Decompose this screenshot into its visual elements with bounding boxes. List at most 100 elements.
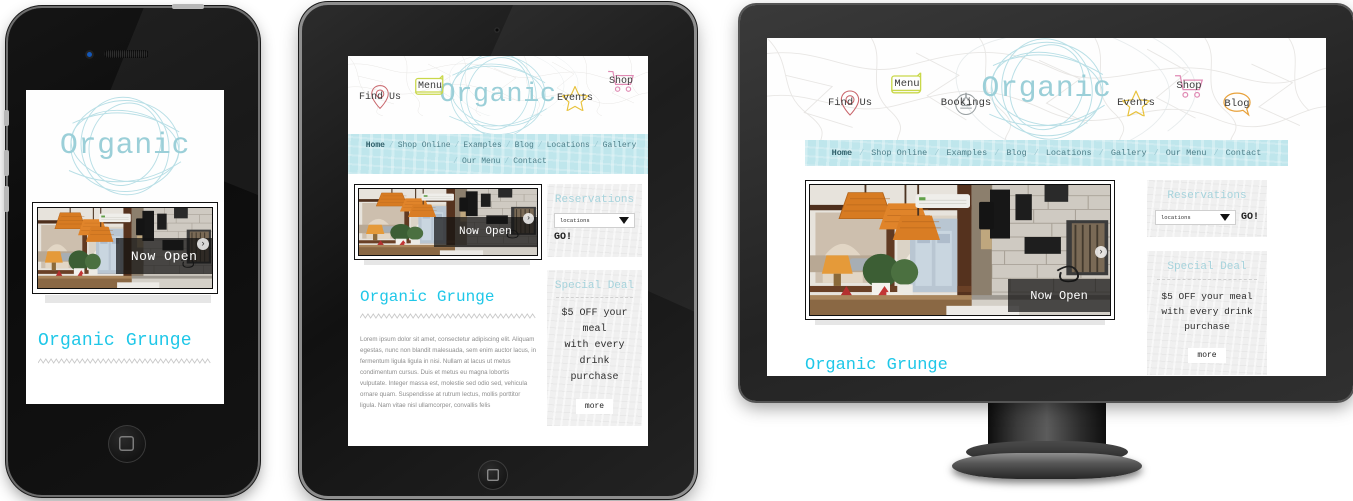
- zigzag-divider-icon: [38, 358, 212, 364]
- hero-caption: Now Open: [1008, 278, 1110, 313]
- carousel-next-arrow-icon[interactable]: ›: [1095, 246, 1107, 259]
- reservations-location-select[interactable]: locations: [554, 213, 635, 228]
- nav-separator: /: [1213, 148, 1219, 158]
- header-icon-menu[interactable]: Menu: [406, 70, 454, 102]
- nav-separator: /: [453, 157, 458, 167]
- header-icon-label: Shop: [608, 75, 633, 87]
- site-logo[interactable]: Organic: [60, 129, 190, 163]
- phone-home-button[interactable]: [108, 425, 146, 463]
- phone-front-camera-icon: [85, 50, 94, 59]
- main-navigation: Home / Shop Online / Examples / Blog / Locations…: [348, 134, 648, 174]
- device-mockups-stage: Organic Now Open › Organic Grunge Organi…: [0, 0, 1353, 501]
- nav-separator: /: [388, 140, 394, 150]
- hero-caption: Now Open: [433, 216, 537, 248]
- deal-line: meal: [582, 324, 607, 335]
- nav-item-examples[interactable]: Examples: [463, 141, 501, 150]
- tablet-mockup: Organic Find Us Menu Events Shop Home / …: [302, 5, 694, 496]
- nav-separator: /: [505, 140, 511, 150]
- reservations-title: Reservations: [554, 194, 635, 206]
- header-icon-menu[interactable]: Menu: [879, 68, 935, 100]
- nav-item-locations[interactable]: Locations: [547, 141, 590, 150]
- nav-separator: /: [1153, 148, 1159, 158]
- nav-item-examples[interactable]: Examples: [946, 148, 987, 158]
- header-icon-find-us[interactable]: Find Us: [354, 80, 406, 114]
- reservations-select-value: locations: [560, 217, 590, 224]
- reservations-title: Reservations: [1167, 190, 1247, 202]
- desktop-monitor-mockup: Organic Find Us Menu Bookings Events Sho…: [740, 5, 1353, 501]
- site-logo[interactable]: Organic: [439, 80, 556, 110]
- nav-separator: /: [504, 157, 510, 167]
- nav-separator: /: [1098, 148, 1104, 158]
- nav-item-shop-online[interactable]: Shop Online: [398, 141, 451, 150]
- header-icon-shop[interactable]: Shop: [1161, 70, 1217, 102]
- reservations-widget: Reservations locations GO!: [1147, 180, 1267, 237]
- nav-item-gallery[interactable]: Gallery: [603, 141, 637, 150]
- zigzag-divider-icon: [360, 313, 537, 319]
- special-deal-title: Special Deal: [1167, 261, 1247, 273]
- header-icon-label: Shop: [1176, 80, 1202, 92]
- header-icon-label: Bookings: [940, 97, 992, 109]
- hero-carousel[interactable]: Now Open ›: [32, 202, 218, 294]
- nav-item-shop-online[interactable]: Shop Online: [871, 148, 927, 158]
- deal-line: with every drink: [1161, 306, 1253, 317]
- hero-carousel[interactable]: Now Open ›: [805, 180, 1115, 320]
- header-icon-shop[interactable]: Shop: [599, 66, 643, 96]
- header-icon-label: Find Us: [358, 91, 401, 103]
- deal-line: purchase: [1184, 321, 1230, 332]
- tablet-front-camera-icon: [494, 27, 500, 33]
- nav-item-blog[interactable]: Blog: [1006, 148, 1026, 158]
- special-deal-more-button[interactable]: more: [1188, 348, 1226, 363]
- nav-separator: /: [994, 148, 1000, 158]
- phone-earpiece-speaker: [104, 50, 149, 58]
- nav-item-our-menu[interactable]: Our Menu: [462, 157, 500, 166]
- nav-separator: /: [537, 140, 543, 150]
- reservations-widget: Reservations locations GO!: [547, 184, 642, 257]
- desktop-viewport: Organic Find Us Menu Bookings Events Sho…: [767, 38, 1326, 376]
- nav-separator: /: [1033, 148, 1039, 158]
- nav-separator: /: [454, 140, 460, 150]
- tablet-home-button[interactable]: [478, 460, 508, 490]
- hero-carousel[interactable]: Now Open ›: [354, 184, 542, 260]
- phone-mockup: Organic Now Open › Organic Grunge: [0, 0, 270, 501]
- special-deal-widget: Special Deal $5 OFF your meal with every…: [547, 270, 642, 426]
- nav-separator: /: [859, 148, 865, 158]
- header-icon-label: Menu: [894, 78, 920, 90]
- reservations-location-select[interactable]: locations: [1155, 210, 1236, 225]
- header-icon-find-us[interactable]: Find Us: [822, 86, 878, 120]
- nav-item-home[interactable]: Home: [832, 148, 852, 158]
- header-icon-label: Events: [556, 92, 593, 104]
- deal-line: drink: [579, 356, 610, 367]
- article-heading: Organic Grunge: [805, 356, 948, 375]
- phone-viewport: Organic Now Open › Organic Grunge: [26, 90, 224, 404]
- nav-item-contact[interactable]: Contact: [513, 157, 547, 166]
- header-icon-label: Menu: [417, 80, 442, 92]
- reservations-go-button[interactable]: GO!: [554, 232, 635, 243]
- article-heading: Organic Grunge: [360, 288, 495, 306]
- deal-line: $5 OFF your: [561, 308, 628, 319]
- nav-item-gallery[interactable]: Gallery: [1111, 148, 1147, 158]
- header-icon-blog[interactable]: Blog: [1211, 88, 1263, 120]
- nav-item-our-menu[interactable]: Our Menu: [1166, 148, 1207, 158]
- deal-line: purchase: [570, 372, 619, 383]
- special-deal-more-button[interactable]: more: [575, 399, 614, 414]
- reservations-go-button[interactable]: GO!: [1241, 212, 1259, 223]
- nav-item-locations[interactable]: Locations: [1046, 148, 1092, 158]
- chevron-down-icon: [619, 217, 629, 224]
- nav-separator: /: [593, 140, 599, 150]
- carousel-next-arrow-icon[interactable]: ›: [523, 212, 534, 224]
- header-icon-events[interactable]: Events: [549, 81, 601, 115]
- header-icon-events[interactable]: Events: [1107, 86, 1165, 120]
- site-logo[interactable]: Organic: [981, 72, 1111, 106]
- nav-item-blog[interactable]: Blog: [515, 141, 534, 150]
- special-deal-title: Special Deal: [554, 280, 635, 292]
- nav-item-home[interactable]: Home: [366, 141, 385, 150]
- main-navigation: Home / Shop Online / Examples / Blog / Locations…: [805, 140, 1288, 166]
- nav-item-contact[interactable]: Contact: [1226, 148, 1262, 158]
- article-body: Lorem ipsum dolor sit amet, consectetur …: [360, 336, 537, 409]
- header-icon-label: Find Us: [827, 97, 873, 109]
- header-icon-bookings[interactable]: Bookings: [932, 86, 1000, 120]
- reservations-select-value: locations: [1161, 214, 1191, 221]
- monitor-stand-base: [952, 453, 1142, 479]
- deal-line: with every: [564, 340, 625, 351]
- article-heading: Organic Grunge: [38, 331, 192, 351]
